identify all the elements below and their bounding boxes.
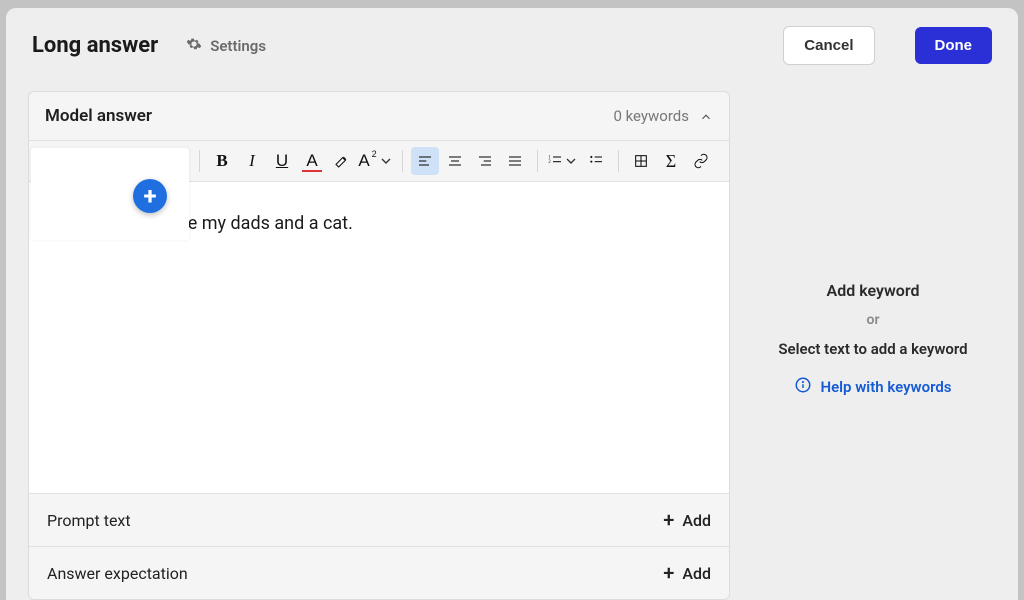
prompt-text-row[interactable]: Prompt text +Add xyxy=(29,493,729,546)
add-keyword-label[interactable]: Add keyword xyxy=(827,281,920,300)
keywords-count: 0 keywords xyxy=(613,107,689,125)
model-answer-header[interactable]: Model answer 0 keywords xyxy=(29,92,729,140)
model-answer-panel: Model answer 0 keywords Paragraph B I U … xyxy=(28,91,730,600)
font-size-button[interactable]: A2 xyxy=(358,147,394,175)
bullet-list-button[interactable] xyxy=(582,147,610,175)
select-text-label: Select text to add a keyword xyxy=(778,340,967,358)
plus-icon: + xyxy=(663,563,674,583)
editor-area[interactable]: + In my family, I have my dads and a cat… xyxy=(29,182,729,493)
editor-toolbar: Paragraph B I U A A2 12 Σ xyxy=(29,140,729,182)
cancel-button[interactable]: Cancel xyxy=(783,26,874,65)
info-icon xyxy=(794,376,812,398)
link-button[interactable] xyxy=(687,147,715,175)
settings-label: Settings xyxy=(210,37,266,55)
align-center-button[interactable] xyxy=(441,147,469,175)
dialog-title: Long answer xyxy=(32,33,158,58)
or-label: or xyxy=(867,312,880,328)
paragraph-style-label: Paragraph xyxy=(105,153,169,169)
add-keyword-bubble[interactable]: + xyxy=(133,179,167,213)
underline-button[interactable]: U xyxy=(268,147,296,175)
keywords-sidebar: Add keyword or Select text to add a keyw… xyxy=(750,91,996,600)
model-answer-title: Model answer xyxy=(45,106,603,126)
align-left-button[interactable] xyxy=(411,147,439,175)
help-keywords-link[interactable]: Help with keywords xyxy=(794,376,951,398)
plus-icon: + xyxy=(663,510,674,530)
done-button[interactable]: Done xyxy=(915,27,993,64)
undo-button[interactable] xyxy=(39,147,67,175)
gear-icon xyxy=(186,36,202,56)
text-before: In my xyxy=(43,213,91,234)
equation-button[interactable]: Σ xyxy=(657,147,685,175)
selected-text[interactable]: family xyxy=(91,213,142,234)
dialog-body: Model answer 0 keywords Paragraph B I U … xyxy=(6,83,1018,600)
svg-text:2: 2 xyxy=(548,160,551,165)
bold-button[interactable]: B xyxy=(208,147,236,175)
text-color-button[interactable]: A xyxy=(298,147,326,175)
redo-button[interactable] xyxy=(69,147,97,175)
answer-expectation-title: Answer expectation xyxy=(47,564,663,583)
italic-button[interactable]: I xyxy=(238,147,266,175)
long-answer-dialog: Long answer Settings Cancel Done Model a… xyxy=(6,8,1018,600)
align-justify-button[interactable] xyxy=(501,147,529,175)
chevron-up-icon xyxy=(699,109,713,123)
align-right-button[interactable] xyxy=(471,147,499,175)
expectation-add-button[interactable]: +Add xyxy=(663,563,711,583)
numbered-list-button[interactable]: 12 xyxy=(546,147,580,175)
text-after: , I have my dads and a cat. xyxy=(142,213,353,234)
answer-expectation-row[interactable]: Answer expectation +Add xyxy=(29,546,729,599)
bottom-rows: Prompt text +Add Answer expectation +Add xyxy=(29,493,729,599)
table-button[interactable] xyxy=(627,147,655,175)
highlight-button[interactable] xyxy=(328,147,356,175)
prompt-add-button[interactable]: +Add xyxy=(663,510,711,530)
dialog-header: Long answer Settings Cancel Done xyxy=(6,8,1018,83)
prompt-text-title: Prompt text xyxy=(47,511,663,530)
paragraph-style-select[interactable]: Paragraph xyxy=(99,147,191,175)
settings-button[interactable]: Settings xyxy=(186,36,266,56)
